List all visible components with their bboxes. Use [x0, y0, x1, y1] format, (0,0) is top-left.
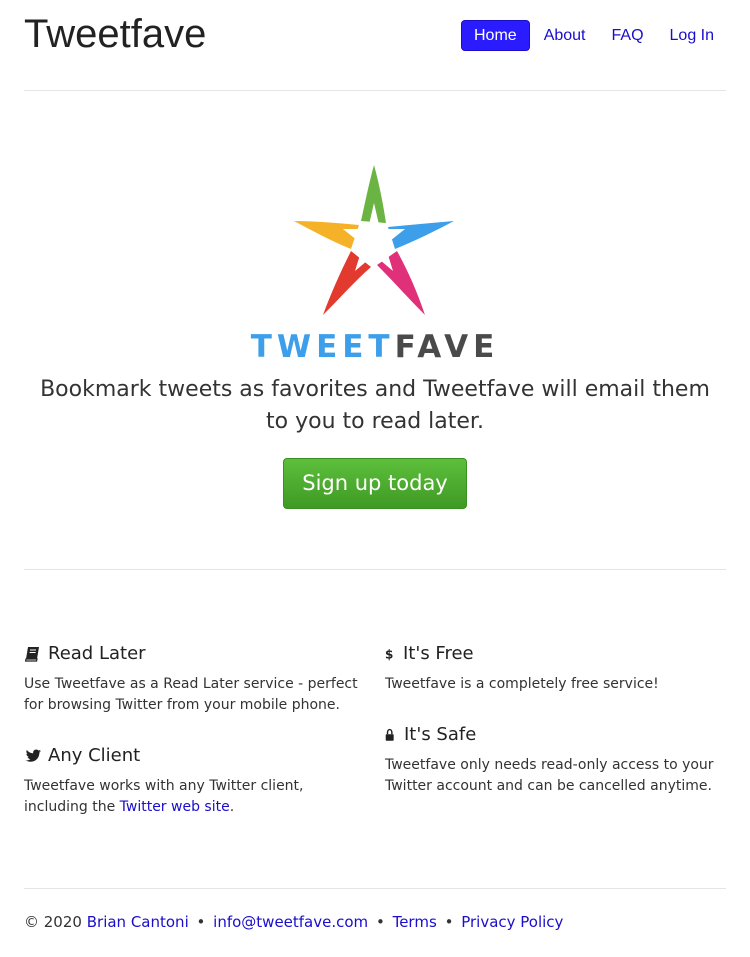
nav-login[interactable]: Log In	[658, 21, 726, 50]
feature-any-client-text-after: .	[229, 799, 235, 815]
feature-free-title: It's Free	[403, 643, 474, 664]
brand-wordmark: TWEETFAVE	[24, 329, 726, 369]
multicolor-star-icon	[294, 165, 454, 315]
signup-button[interactable]: Sign up today	[283, 458, 467, 509]
dollar-icon: $	[385, 648, 393, 662]
feature-read-later: Read Later Use Tweetfave as a Read Later…	[24, 642, 364, 716]
feature-safe-title: It's Safe	[404, 724, 477, 745]
feature-free: $ It's Free Tweetfave is a completely fr…	[385, 642, 725, 695]
feature-read-later-text: Use Tweetfave as a Read Later service - …	[24, 676, 358, 713]
main-nav: Home About FAQ Log In	[461, 20, 726, 51]
site-footer: © 2020 Brian Cantoni • info@tweetfave.co…	[24, 913, 726, 931]
footer-separator: •	[444, 913, 454, 931]
site-brand[interactable]: Tweetfave	[24, 12, 206, 57]
footer-privacy-link[interactable]: Privacy Policy	[461, 913, 563, 931]
nav-faq[interactable]: FAQ	[600, 21, 656, 50]
feature-read-later-title: Read Later	[48, 643, 146, 664]
wordmark-fave: FAVE	[394, 329, 500, 365]
feature-any-client-text: Tweetfave works with any Twitter client,…	[24, 776, 364, 818]
footer-copyright: © 2020	[24, 913, 82, 931]
features-section: Read Later Use Tweetfave as a Read Later…	[24, 570, 726, 889]
twitter-web-site-link[interactable]: Twitter web site	[120, 799, 230, 815]
nav-home[interactable]: Home	[461, 20, 530, 51]
hero-section: TWEETFAVE Bookmark tweets as favorites a…	[24, 91, 726, 570]
twitter-bird-icon	[25, 749, 41, 762]
footer-author-link[interactable]: Brian Cantoni	[87, 913, 189, 931]
feature-safe-text: Tweetfave only needs read-only access to…	[385, 757, 714, 794]
site-header: Tweetfave Home About FAQ Log In	[24, 0, 726, 91]
feature-any-client-title: Any Client	[48, 745, 141, 766]
svg-text:$: $	[385, 648, 393, 662]
feature-free-text: Tweetfave is a completely free service!	[385, 676, 659, 692]
feature-safe: It's Safe Tweetfave only needs read-only…	[385, 723, 725, 797]
footer-separator: •	[196, 913, 206, 931]
hero-tagline: Bookmark tweets as favorites and Tweetfa…	[40, 377, 710, 434]
book-icon	[24, 647, 39, 662]
footer-separator: •	[375, 913, 385, 931]
footer-terms-link[interactable]: Terms	[393, 913, 437, 931]
nav-about[interactable]: About	[532, 21, 598, 50]
wordmark-tweet: TWEET	[250, 329, 395, 365]
lock-icon	[385, 728, 394, 741]
feature-any-client: Any Client Tweetfave works with any Twit…	[24, 744, 364, 818]
footer-email-link[interactable]: info@tweetfave.com	[213, 913, 368, 931]
